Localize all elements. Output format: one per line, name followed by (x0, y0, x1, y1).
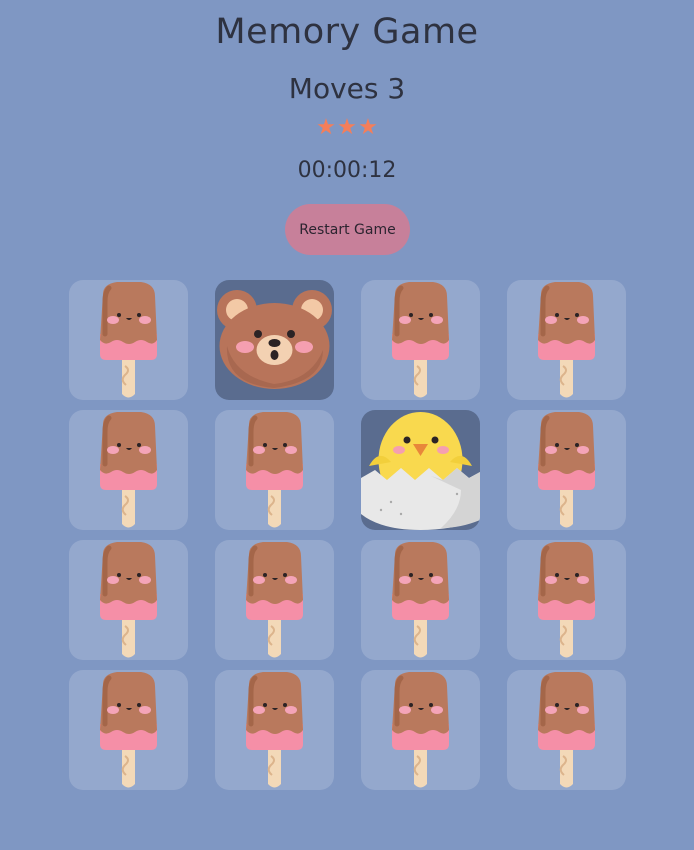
star-icon: ★ (316, 115, 336, 140)
card-hidden[interactable] (215, 410, 334, 530)
card-hidden[interactable] (507, 670, 626, 790)
card-hidden[interactable] (69, 410, 188, 530)
moves-counter: Moves 3 (288, 72, 406, 105)
card-hidden[interactable] (507, 540, 626, 660)
card-hidden[interactable] (507, 280, 626, 400)
card-hidden[interactable] (69, 670, 188, 790)
restart-game-button[interactable]: Restart Game (285, 204, 410, 255)
card-hidden[interactable] (361, 540, 480, 660)
card-grid (69, 280, 626, 790)
card-open[interactable] (361, 410, 480, 530)
star-rating: ★ ★ ★ (0, 116, 694, 140)
card-hidden[interactable] (361, 280, 480, 400)
page-title: Memory Game (215, 12, 479, 52)
card-hidden[interactable] (69, 280, 188, 400)
card-open[interactable] (215, 280, 334, 400)
game-timer: 00:00:12 (297, 158, 397, 183)
card-hidden[interactable] (215, 670, 334, 790)
star-icon: ★ (337, 115, 357, 140)
star-icon: ★ (358, 115, 378, 140)
card-hidden[interactable] (507, 410, 626, 530)
card-hidden[interactable] (215, 540, 334, 660)
card-hidden[interactable] (361, 670, 480, 790)
card-hidden[interactable] (69, 540, 188, 660)
